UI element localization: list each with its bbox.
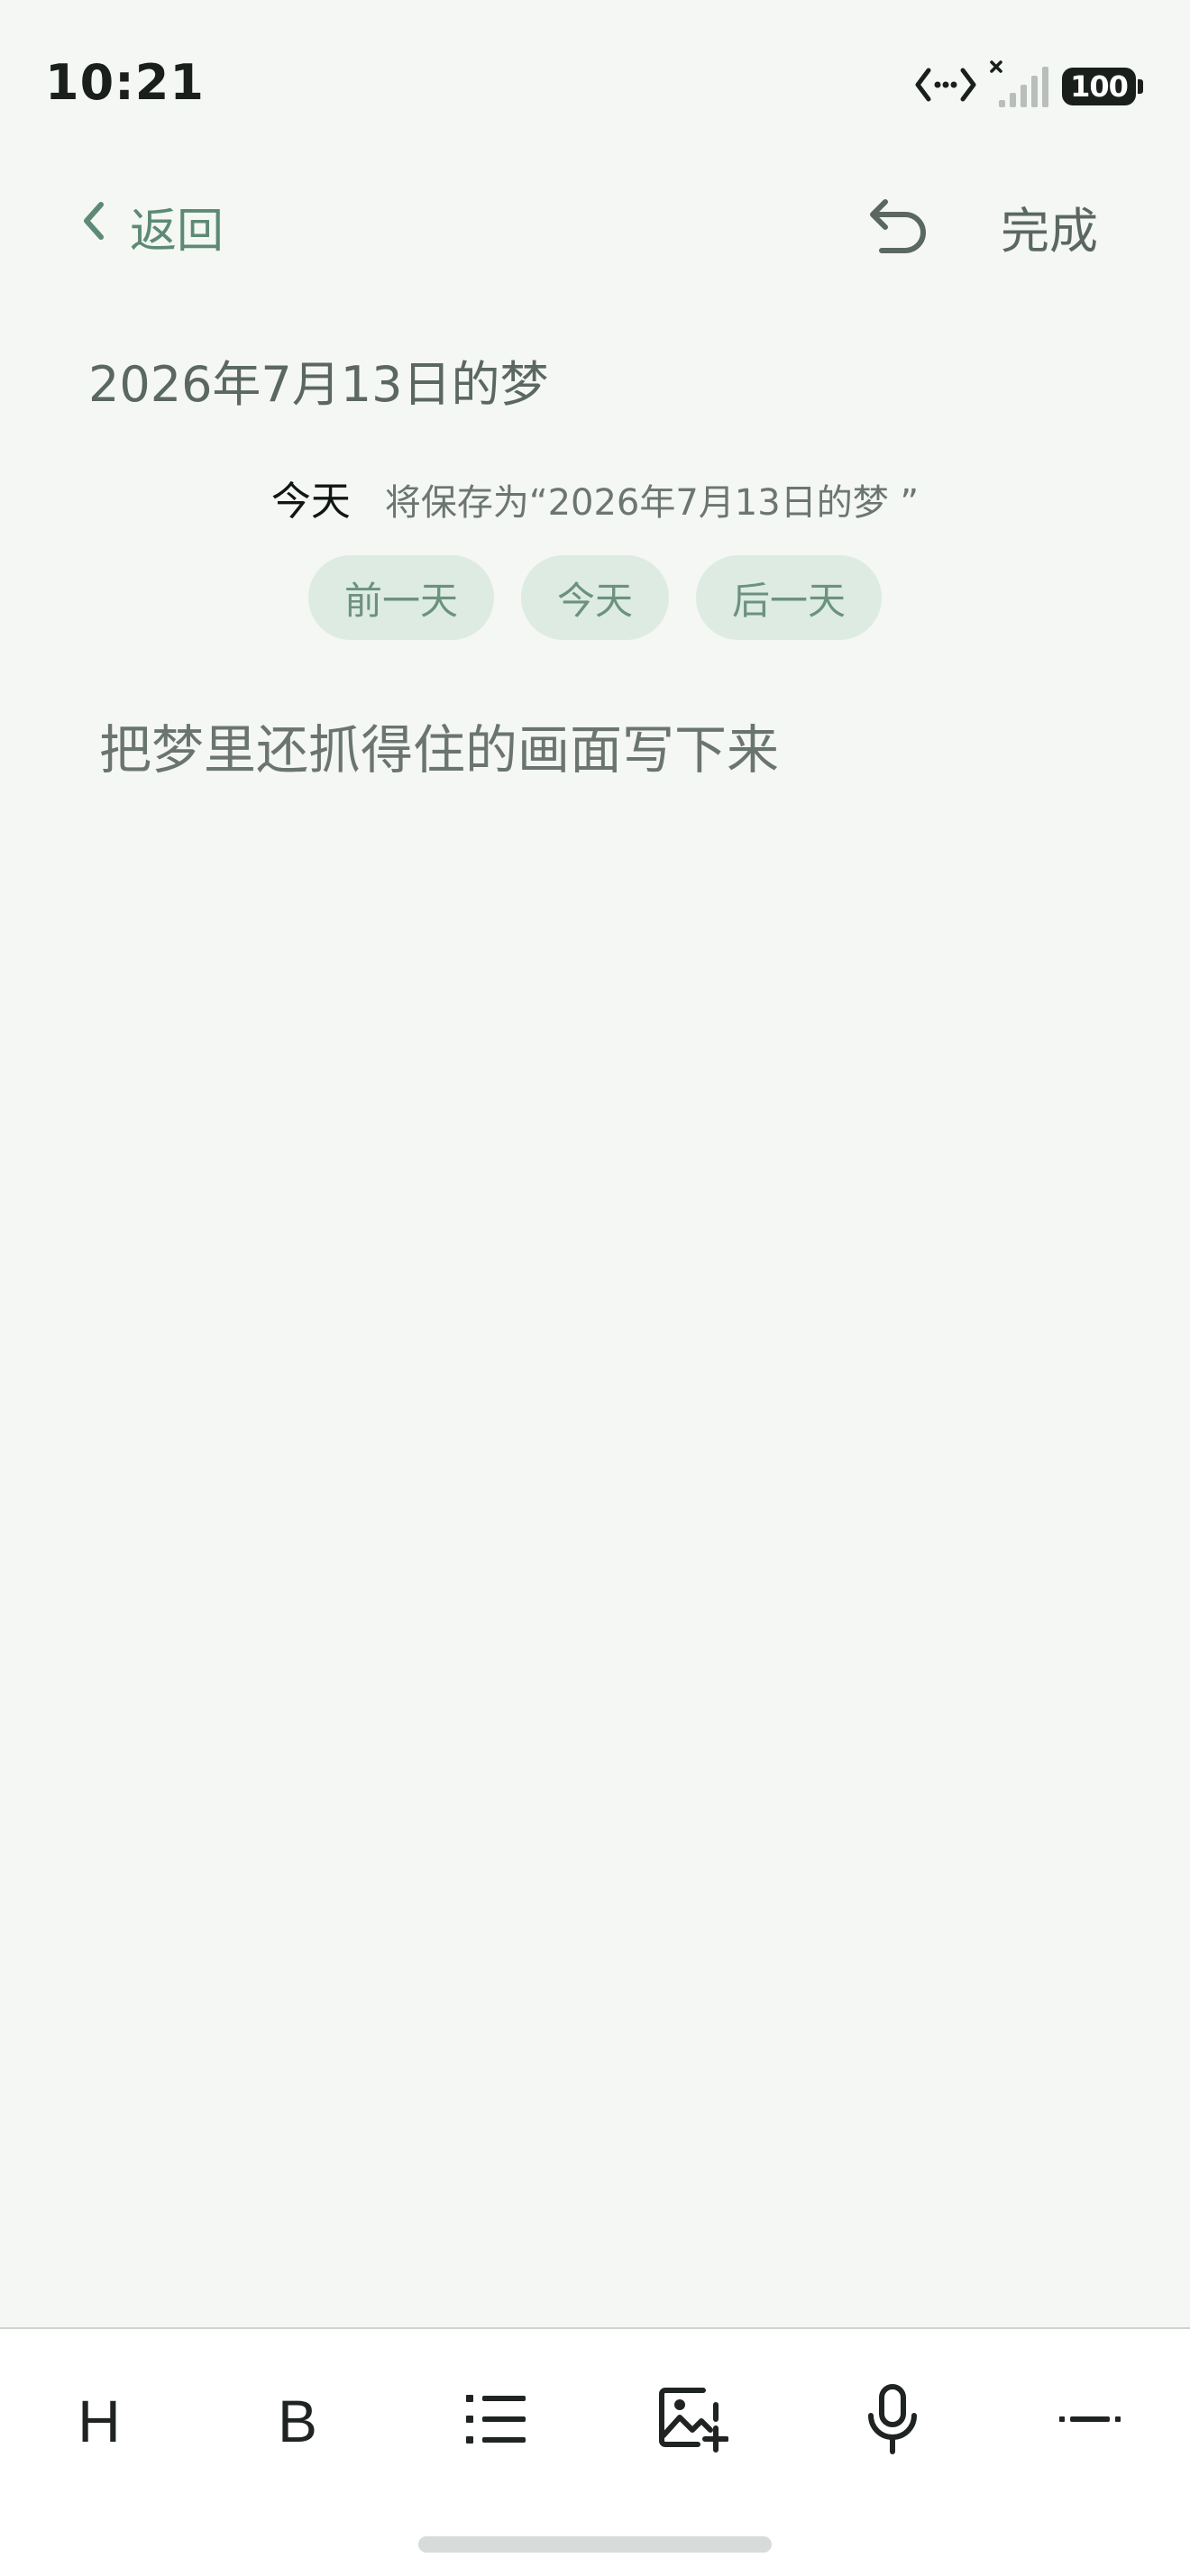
undo-icon: [864, 199, 936, 267]
back-button[interactable]: 返回: [79, 195, 224, 259]
divider-icon: [1057, 2410, 1124, 2432]
note-title[interactable]: 2026年7月13日的梦: [88, 352, 549, 418]
undo-button[interactable]: [864, 191, 936, 263]
status-bar: 10:21 100: [0, 0, 1190, 171]
home-indicator[interactable]: [418, 2536, 772, 2553]
data-transfer-icon: [914, 64, 977, 109]
dream-editor[interactable]: [99, 712, 1109, 2244]
microphone-icon: [864, 2383, 921, 2459]
battery-icon: 100: [1062, 68, 1143, 105]
next-day-chip[interactable]: 后一天: [696, 555, 883, 640]
today-chip[interactable]: 今天: [520, 555, 669, 640]
chevron-left-icon: [79, 199, 108, 254]
divider-button[interactable]: [1046, 2376, 1136, 2466]
add-image-icon: [656, 2385, 729, 2457]
bullet-list-button[interactable]: [451, 2376, 541, 2466]
previous-day-chip[interactable]: 前一天: [307, 555, 494, 640]
back-label: 返回: [130, 204, 224, 259]
voice-input-button[interactable]: [847, 2376, 938, 2466]
header: 返回 完成: [0, 171, 1190, 279]
heading-button[interactable]: H: [54, 2376, 144, 2466]
date-chips: 前一天 今天 后一天: [0, 555, 1190, 640]
battery-tip: [1138, 79, 1143, 94]
heading-icon: H: [78, 2388, 121, 2454]
bold-icon: B: [277, 2388, 318, 2454]
save-as-hint: 将保存为“2026年7月13日的梦 ”: [384, 482, 920, 524]
bullet-list-icon: [464, 2391, 527, 2451]
status-time: 10:21: [45, 54, 205, 111]
battery-level: 100: [1062, 68, 1136, 105]
no-signal-icon: [990, 60, 1049, 113]
status-icons: 100: [914, 59, 1143, 114]
date-current-label: 今天: [270, 479, 351, 525]
bold-button[interactable]: B: [252, 2376, 343, 2466]
done-button[interactable]: 完成: [1001, 195, 1098, 260]
add-image-button[interactable]: [647, 2376, 737, 2466]
date-info: 今天 将保存为“2026年7月13日的梦 ”: [0, 469, 1190, 526]
